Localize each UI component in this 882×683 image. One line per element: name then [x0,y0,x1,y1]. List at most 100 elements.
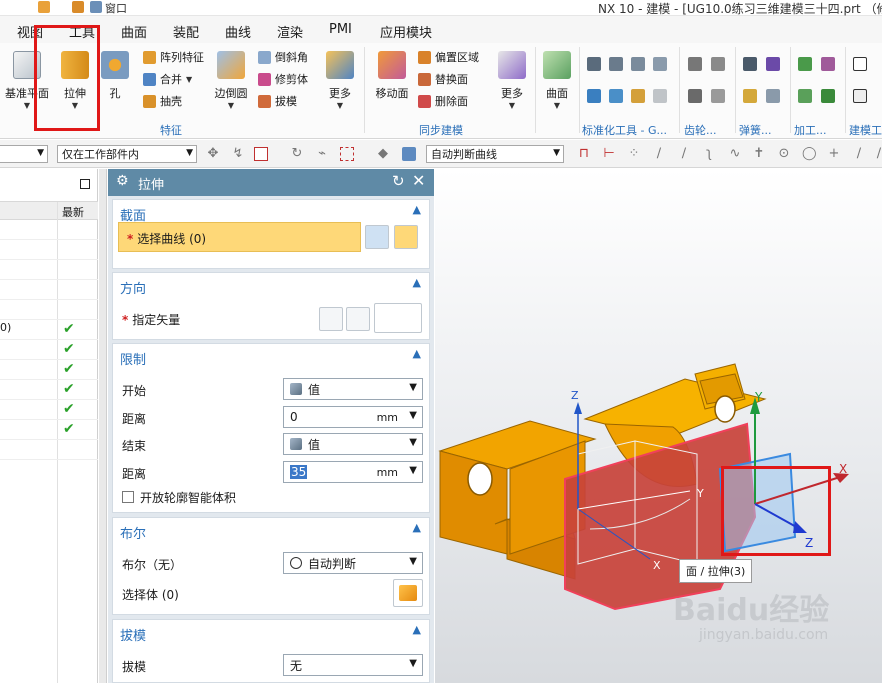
undo-icon[interactable] [72,1,84,13]
hole-button[interactable]: 孔 [100,51,130,101]
filter-icon[interactable]: ✥ [206,147,220,161]
std-tool-icon[interactable] [631,89,645,103]
spring-tool-icon[interactable] [743,89,757,103]
std-tool-icon[interactable] [587,89,601,103]
chamfer-button[interactable]: 倒斜角 [258,49,308,65]
tab-pmi[interactable]: PMI [329,22,352,37]
curve-icon[interactable]: ʅ [702,147,716,161]
start-type-select[interactable]: 值 ▼ [283,378,423,400]
snap-icon[interactable]: ⌁ [315,147,329,161]
select-box-icon[interactable] [254,147,268,161]
gear-tool-icon[interactable] [688,89,702,103]
end-type-select[interactable]: 值 ▼ [283,433,423,455]
surface-button[interactable]: 曲面 ▼ [539,51,575,110]
delete-face-button[interactable]: 删除面 [418,93,468,109]
select-body-button[interactable] [393,579,423,607]
line-icon[interactable]: ∕ [872,147,882,161]
maximize-icon[interactable] [80,179,90,189]
window-icon[interactable] [90,1,102,13]
draft-button[interactable]: 拔模 [258,93,297,109]
line-icon[interactable]: ∕ [852,147,866,161]
line-icon[interactable]: ∕ [652,147,666,161]
tab-applications[interactable]: 应用模块 [380,22,432,41]
column-latest[interactable]: 最新 [62,204,84,220]
pattern-feature-button[interactable]: 阵列特征 [143,49,204,65]
curve-section-button[interactable] [394,225,418,249]
rectangle-select-icon[interactable] [340,147,354,161]
gear-tool-icon[interactable] [688,57,702,71]
spring-tool-icon[interactable] [743,57,757,71]
line-icon[interactable]: ∕ [677,147,691,161]
build-tool-icon[interactable] [853,57,867,71]
direction-header[interactable]: 方向 [120,278,146,297]
tab-curve[interactable]: 曲线 [225,22,251,41]
spring-tool-icon[interactable] [766,57,780,71]
replace-face-button[interactable]: 替换面 [418,71,468,87]
offset-region-button[interactable]: 偏置区域 [418,49,479,65]
solid-body-icon[interactable] [402,147,416,161]
std-tool-icon[interactable] [609,89,623,103]
chevron-up-icon[interactable]: ▲ [413,276,421,289]
end-distance-input[interactable]: 35 mm ▼ [283,461,423,483]
tab-surface[interactable]: 曲面 [121,22,147,41]
std-tool-icon[interactable] [631,57,645,71]
draft-type-select[interactable]: 无 ▼ [283,654,423,676]
reverse-direction-button[interactable] [319,307,343,331]
circle-center-icon[interactable]: ⊙ [777,147,791,161]
follow-fillet-icon[interactable]: ⊢ [602,147,616,161]
chevron-up-icon[interactable]: ▲ [413,623,421,636]
draft-header[interactable]: 拔模 [120,625,146,644]
snap-icon[interactable]: ↻ [290,147,304,161]
body-filter-icon[interactable]: ◆ [376,147,390,161]
std-tool-icon[interactable] [653,57,667,71]
intersection-icon[interactable]: ✝ [752,147,766,161]
select-curve-field[interactable]: * 选择曲线 (0) [118,222,361,252]
chevron-up-icon[interactable]: ▲ [413,347,421,360]
start-distance-input[interactable]: 0 mm ▼ [283,406,423,428]
filter-icon[interactable]: ↯ [231,147,245,161]
process-tool-icon[interactable] [821,89,835,103]
process-tool-icon[interactable] [821,57,835,71]
vector-dialog-button[interactable] [346,307,370,331]
std-tool-icon[interactable] [587,57,601,71]
boolean-type-select[interactable]: 自动判断 ▼ [283,552,423,574]
close-icon[interactable]: ✕ [412,171,425,190]
shell-button[interactable]: 抽壳 [143,93,182,109]
selection-scope-combo[interactable]: 仅在工作部件内 ▼ [57,145,197,163]
gear-icon[interactable]: ⚙ [116,173,129,189]
open-profile-checkbox[interactable] [122,491,134,503]
hole-feature[interactable] [467,462,493,496]
window-menu[interactable]: 窗口 [105,0,127,16]
unite-button[interactable]: 合并 ▼ [143,71,192,87]
build-tool-icon[interactable] [853,89,867,103]
tab-assembly[interactable]: 装配 [173,22,199,41]
point-icon[interactable]: + [827,147,841,161]
boolean-header[interactable]: 布尔 [120,523,146,542]
more-features-button[interactable]: 更多 ▼ [322,51,358,110]
std-tool-icon[interactable] [609,57,623,71]
more-sync-button[interactable]: 更多 ▼ [494,51,530,110]
chevron-up-icon[interactable]: ▲ [413,521,421,534]
limits-header[interactable]: 限制 [120,349,146,368]
gear-tool-icon[interactable] [711,57,725,71]
hole-feature[interactable] [714,395,736,423]
stop-at-intersection-icon[interactable]: ⊓ [577,147,591,161]
graphics-window[interactable]: Z Y X Y X Z 面 / 拉伸(3) Baidu经验 jingyan.ba… [435,169,882,683]
tree-item-text[interactable]: 0) [0,321,11,334]
vector-type-dropdown[interactable] [374,303,422,333]
edge-blend-button[interactable]: 边倒圆 ▼ [211,51,251,110]
process-tool-icon[interactable] [798,89,812,103]
reset-icon[interactable]: ↻ [392,172,405,190]
tab-render[interactable]: 渲染 [277,22,303,41]
spring-tool-icon[interactable] [766,89,780,103]
move-face-button[interactable]: 移动面 [372,51,412,101]
save-icon[interactable] [38,1,50,13]
chevron-up-icon[interactable]: ▲ [413,203,421,216]
quadrant-icon[interactable]: ◯ [802,147,817,161]
gear-tool-icon[interactable] [711,89,725,103]
type-filter-combo[interactable]: ▼ [0,145,48,163]
trim-body-button[interactable]: 修剪体 [258,71,308,87]
curve-rule-combo[interactable]: 自动判断曲线 ▼ [426,145,564,163]
process-tool-icon[interactable] [798,57,812,71]
spline-icon[interactable]: ∿ [728,147,742,161]
